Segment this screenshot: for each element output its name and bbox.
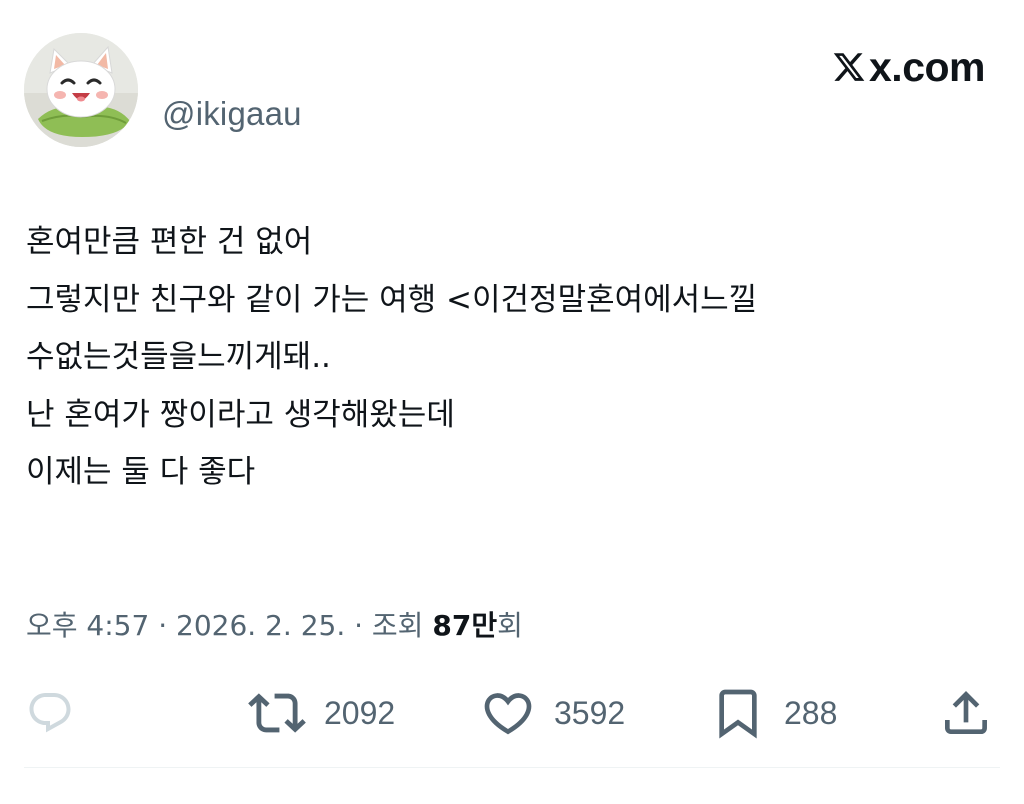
like-button[interactable]: 3592 [480,682,625,744]
cat-plush-avatar-image [24,33,138,147]
tweet-metadata: 오후 4:57 · 2026. 2. 25. · 조회 87만회 [26,604,523,644]
tweet-text-line: 그렇지만 친구와 같이 가는 여행 <이건정말혼여에서느낄 [26,281,758,318]
avatar[interactable] [24,33,138,147]
views-suffix: 회 [497,609,523,642]
like-count: 3592 [554,694,626,731]
bookmark-icon [719,689,757,739]
x-logo-icon [833,53,865,81]
watermark-domain: x.com [869,43,986,90]
tweet-text: 혼여만큼 편한 건 없어 그렇지만 친구와 같이 가는 여행 <이건정말혼여에서… [26,214,996,502]
views-count: 87만 [432,609,498,642]
reply-button[interactable] [26,682,74,744]
tweet-card: @ikigaau x.com 혼여만큼 편한 건 없어 그렇지만 친구와 같이 … [0,0,1024,804]
share-button[interactable] [938,682,994,744]
share-icon [945,691,987,734]
action-bar: 2092 3592 288 [0,682,1024,744]
post-time[interactable]: 오후 4:57 [26,609,149,642]
retweet-count: 2092 [324,694,396,731]
retweet-icon [248,693,306,733]
meta-separator: · [345,609,372,642]
tweet-text-line: 이제는 둘 다 좋다 [26,454,256,490]
tweet-text-line: 혼여만큼 편한 건 없어 [26,224,313,260]
reply-icon [29,693,71,733]
meta-separator: · [149,609,177,642]
x-com-watermark: x.com [832,43,986,90]
bookmark-button[interactable]: 288 [710,682,837,744]
bookmark-count: 288 [784,694,838,731]
divider [24,767,1000,768]
retweet-button[interactable]: 2092 [248,682,395,744]
author-handle[interactable]: @ikigaau [162,95,302,133]
post-date[interactable]: 2026. 2. 25. [176,609,345,642]
tweet-text-line: 수없는것들을느끼게돼.. [26,339,331,375]
tweet-text-line: 난 혼여가 짱이라고 생각해왔는데 [26,396,455,433]
views-label: 조회 [371,609,424,642]
heart-icon [484,693,532,735]
